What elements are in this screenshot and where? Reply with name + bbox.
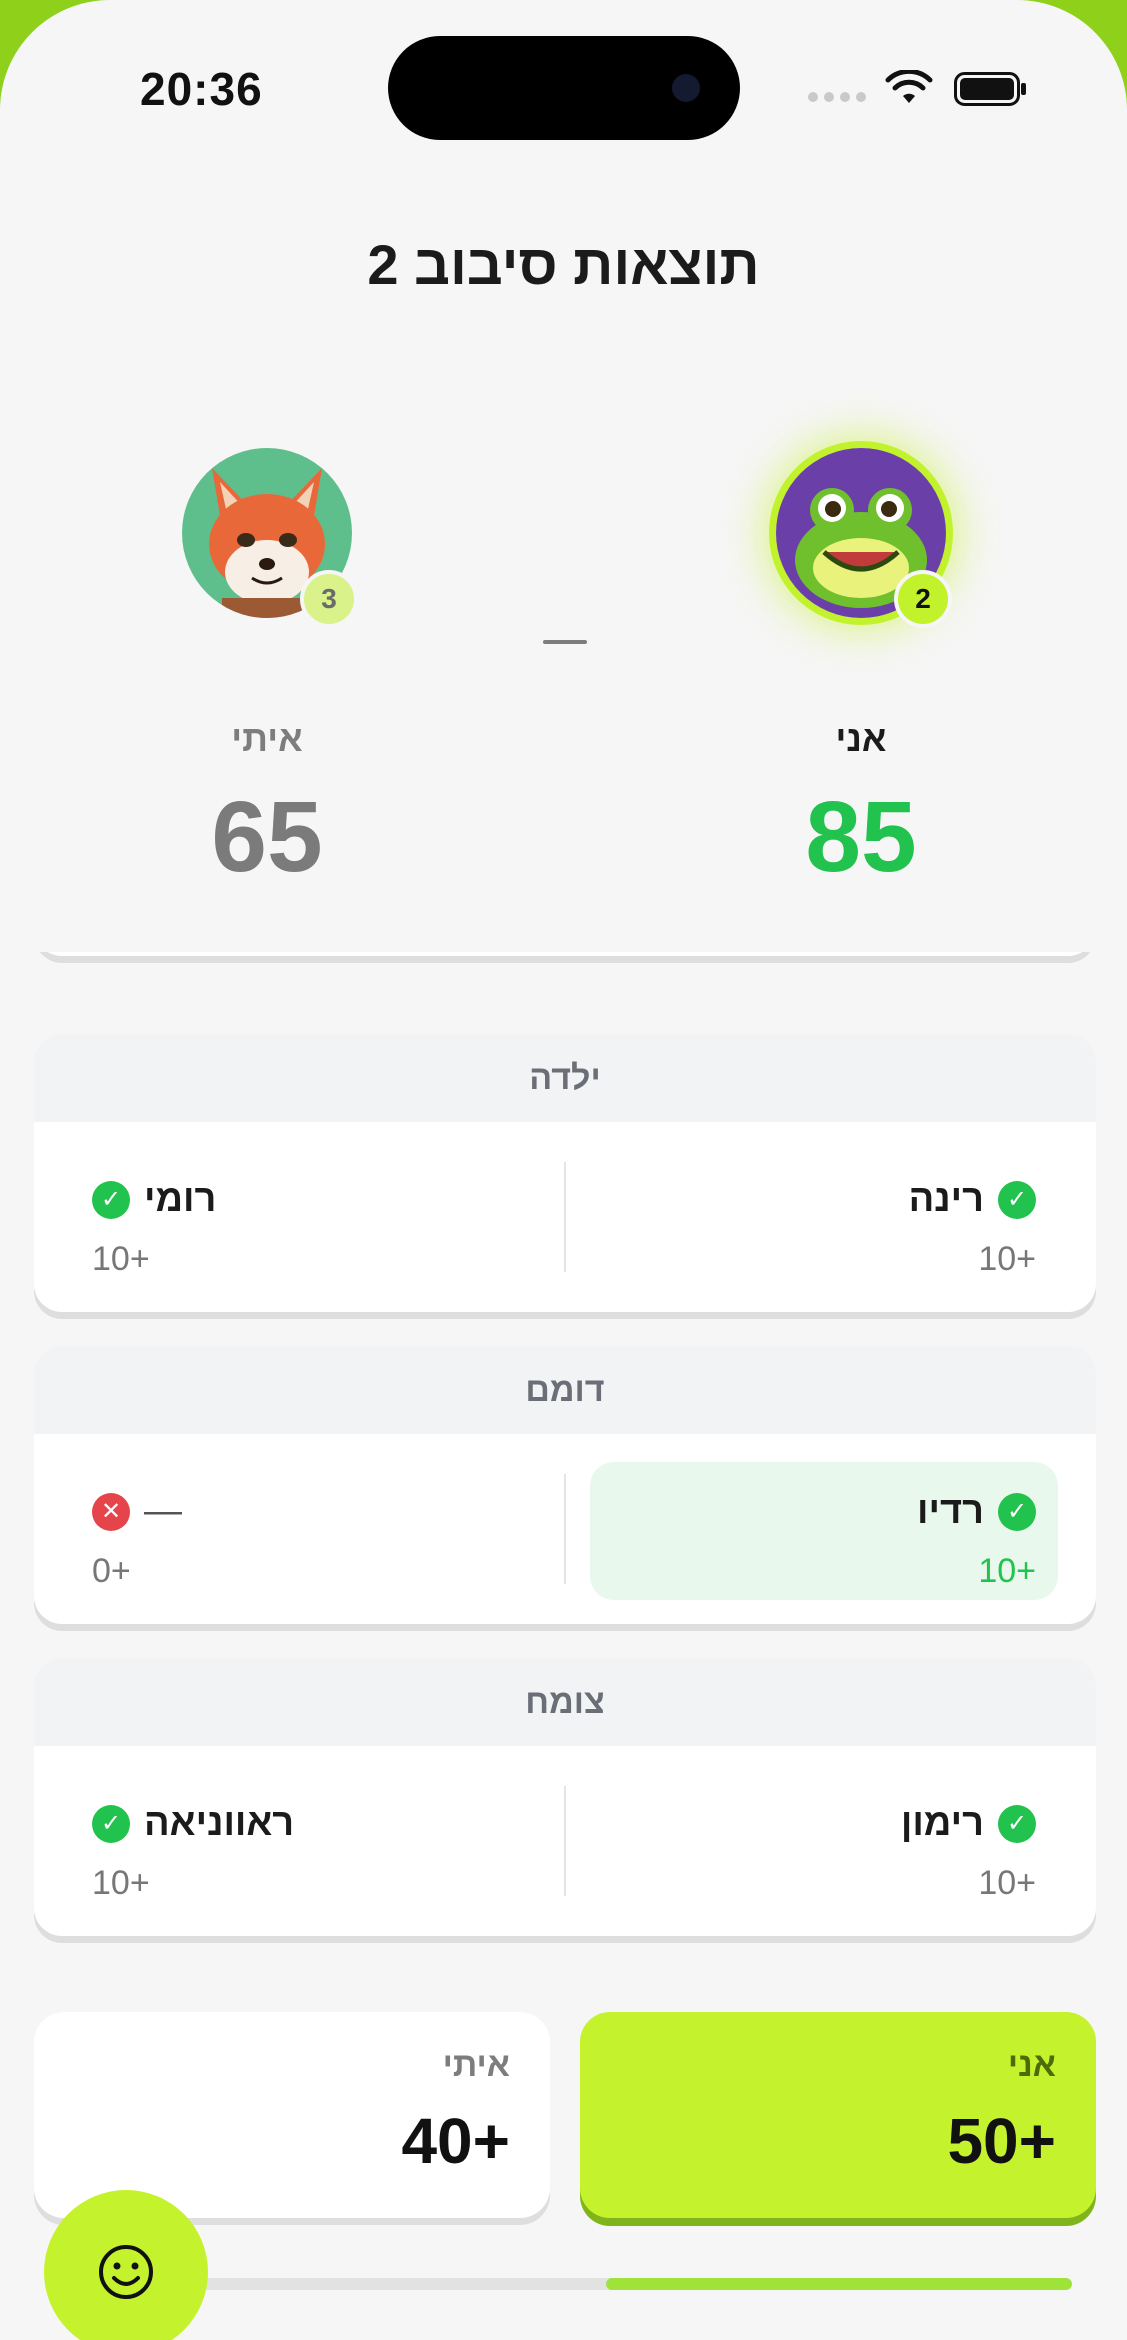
total-label: אני (1007, 2046, 1056, 2084)
answer-word: רדיו (917, 1490, 984, 1532)
answer-points: 10+ (978, 1864, 1036, 1902)
answer-word: ראווניאה (144, 1802, 295, 1844)
check-icon: ✓ (998, 1180, 1036, 1219)
rank-badge: 3 (300, 570, 358, 628)
opponent-avatar: 3 (182, 448, 358, 628)
check-icon: ✓ (998, 1492, 1036, 1531)
answer-word: — (144, 1490, 182, 1532)
wifi-icon (885, 70, 933, 103)
category-title: ילדה (34, 1034, 1096, 1122)
opponent-answer: ✕ — 0+ (56, 1462, 524, 1600)
card-divider (564, 1474, 566, 1584)
my-answer: ✓ רדיו 10+ (590, 1462, 1058, 1600)
total-label: איתי (442, 2046, 510, 2084)
answer-word: רומי (144, 1178, 217, 1220)
answer-word: רימון (900, 1802, 984, 1844)
total-value: 40+ (401, 2105, 510, 2177)
check-icon: ✓ (998, 1804, 1036, 1843)
opponent-round-total: איתי 40+ (34, 2012, 550, 2218)
opponent-answer: ✓ רומי 10+ (56, 1150, 524, 1288)
x-icon: ✕ (92, 1492, 130, 1531)
card-divider (564, 1162, 566, 1272)
smiley-icon (99, 2245, 153, 2299)
category-results-list[interactable]: ילדה ✓ רינה 10+ ✓ רומי 10+ דומם ✓ רדיו 10+ (0, 952, 1127, 1972)
status-time: 20:36 (140, 63, 263, 115)
battery-icon (954, 72, 1026, 106)
signal-dots-icon (808, 92, 866, 102)
check-icon: ✓ (92, 1180, 130, 1219)
emoji-reaction-button[interactable] (44, 2190, 208, 2340)
total-value: 50+ (947, 2105, 1056, 2177)
category-card: דומם ✓ רדיו 10+ ✕ — 0+ (34, 1346, 1096, 1624)
my-answer: ✓ רינה 10+ (590, 1150, 1058, 1288)
camera-icon (672, 74, 700, 102)
category-title: דומם (34, 1346, 1096, 1434)
my-answer: ✓ רימון 10+ (590, 1774, 1058, 1912)
progress-fill (606, 2278, 1072, 2290)
my-round-total: אני 50+ (580, 2012, 1096, 2218)
answer-word: רינה (908, 1178, 984, 1220)
category-title: צומח (34, 1658, 1096, 1746)
my-name: אני (835, 718, 887, 759)
card-divider (564, 1786, 566, 1896)
answer-points: 10+ (92, 1864, 150, 1902)
page-title: תוצאות סיבוב 2 (367, 233, 760, 296)
opponent-name: איתי (231, 718, 303, 759)
check-icon: ✓ (92, 1804, 130, 1843)
answer-points: 10+ (978, 1552, 1036, 1590)
progress-bar (140, 2278, 1072, 2290)
rank-badge: 2 (894, 570, 952, 628)
opponent-score: 65 (211, 781, 323, 893)
my-avatar: 2 (776, 448, 952, 628)
category-card: צומח ✓ רימון 10+ ✓ ראווניאה 10+ (34, 1658, 1096, 1936)
answer-points: 0+ (92, 1552, 131, 1590)
category-card: ילדה ✓ רינה 10+ ✓ רומי 10+ (34, 1034, 1096, 1312)
answer-points: 10+ (92, 1240, 150, 1278)
dynamic-island (388, 36, 740, 140)
screen: 20:36 תוצאות סיבוב 2 2 3 אני איתי 85 65 … (0, 0, 1127, 2340)
my-score: 85 (805, 781, 917, 893)
category-card (34, 952, 1096, 956)
answer-points: 10+ (978, 1240, 1036, 1278)
opponent-answer: ✓ ראווניאה 10+ (56, 1774, 524, 1912)
vs-separator (543, 640, 587, 644)
